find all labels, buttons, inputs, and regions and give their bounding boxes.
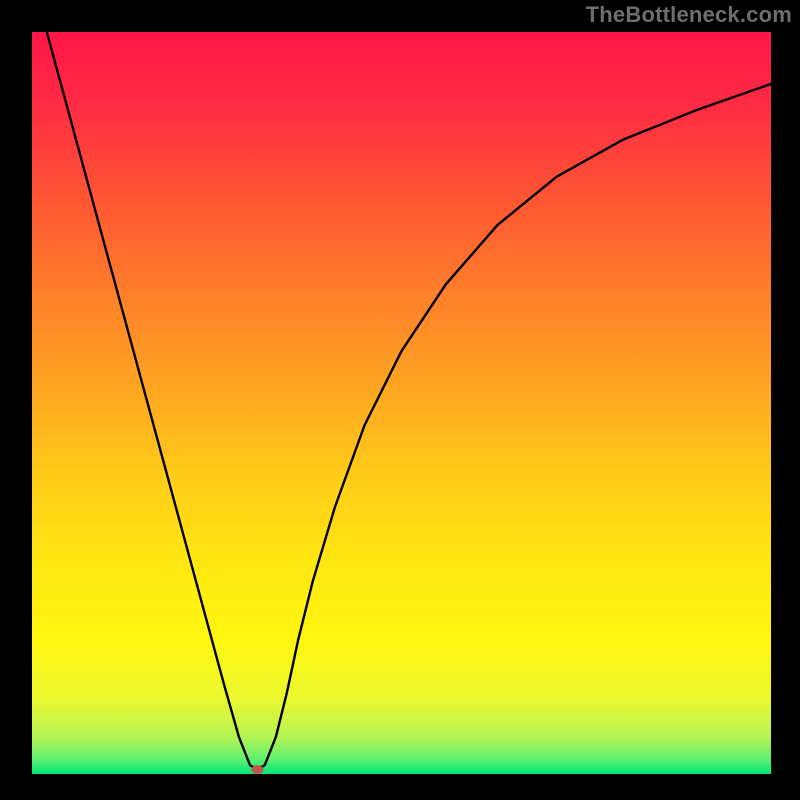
plot-area (32, 32, 771, 774)
attribution-text: TheBottleneck.com (586, 2, 792, 28)
gradient-background (32, 32, 771, 774)
chart-frame: TheBottleneck.com (0, 0, 800, 800)
min-point-marker (251, 765, 263, 774)
plot-svg (32, 32, 771, 774)
